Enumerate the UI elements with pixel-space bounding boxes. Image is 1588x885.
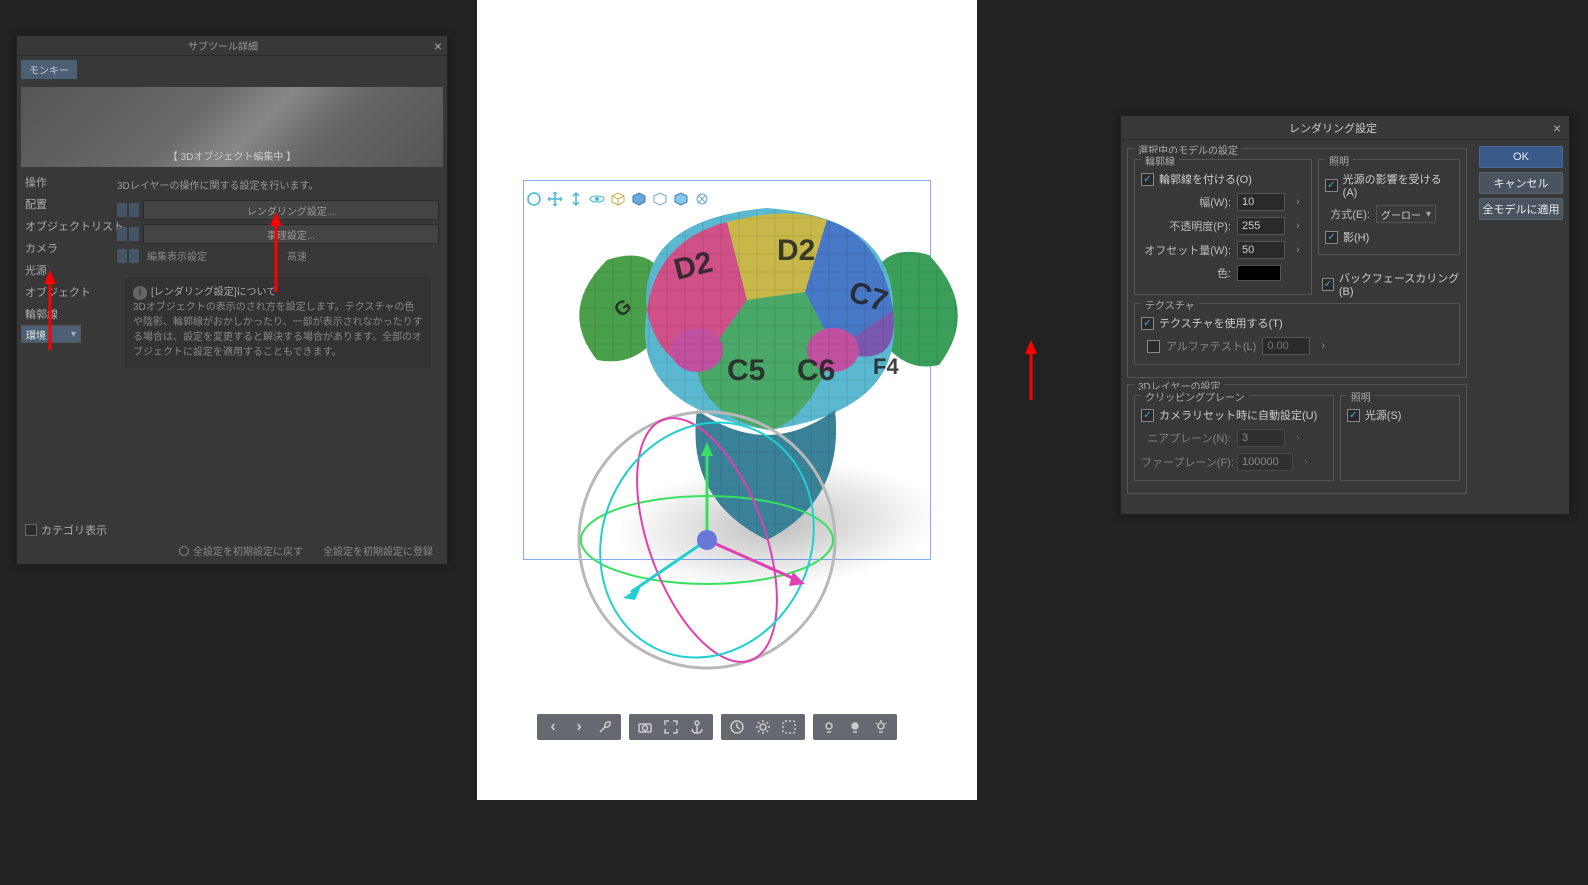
outline-offset-input[interactable]: 50 [1237, 241, 1285, 259]
close-icon[interactable]: × [1545, 120, 1569, 136]
cat-camera[interactable]: カメラ [21, 237, 109, 259]
chevron-right-icon[interactable]: › [1291, 432, 1305, 444]
canvas-toolbar: ‹ › [537, 714, 897, 740]
annotation-arrow [1016, 340, 1046, 410]
chevron-right-icon[interactable]: › [1291, 220, 1305, 232]
fit-icon[interactable] [661, 717, 681, 737]
section-selected-model: 選択中のモデルの設定 輪郭線 輪郭線を付ける(O) 幅(W):10› 不透明度(… [1127, 148, 1467, 378]
close-icon[interactable]: × [429, 38, 447, 54]
chevron-right-icon[interactable]: › [1291, 244, 1305, 256]
texture-group: テクスチャ テクスチャを使用する(T) アルファテスト(L)0.00› [1134, 303, 1460, 365]
move-mode-icon[interactable] [546, 190, 564, 208]
alpha-test-checkbox[interactable] [1147, 340, 1160, 353]
light3-icon[interactable] [871, 717, 891, 737]
gear-icon [179, 546, 189, 556]
anchor-icon[interactable] [687, 717, 707, 737]
receive-light-checkbox[interactable] [1325, 179, 1338, 192]
shading-method-select[interactable]: グーロー [1376, 205, 1436, 223]
lighting2-group: 照明 光源(S) [1340, 395, 1460, 481]
outline-group: 輪郭線 輪郭線を付ける(O) 幅(W):10› 不透明度(P):255› オフセ… [1134, 159, 1312, 295]
preview-area: 【 3Dオブジェクト編集中 】 [21, 87, 443, 167]
rotate-mode-icon[interactable] [525, 190, 543, 208]
auto-clip-checkbox[interactable] [1141, 409, 1154, 422]
cat-place[interactable]: 配置 [21, 193, 109, 215]
panel-title: レンダリング設定 [1121, 120, 1545, 136]
next-icon[interactable]: › [569, 717, 589, 737]
section-layer: 3Dレイヤーの設定 クリッピングプレーン カメラリセット時に自動設定(U) ニア… [1127, 384, 1467, 494]
panel-title: サブツール詳細 [17, 38, 429, 53]
camera-icon[interactable] [635, 717, 655, 737]
ok-button[interactable]: OK [1479, 146, 1563, 168]
backface-checkbox[interactable] [1322, 278, 1334, 291]
prev-icon[interactable]: ‹ [543, 717, 563, 737]
chevron-right-icon[interactable]: › [1291, 196, 1305, 208]
cat-light[interactable]: 光源 [21, 259, 109, 281]
info-box: i [レンダリング設定]について 3Dオブジェクトの表示のされ方を設定します。テク… [125, 277, 431, 368]
render-settings-button[interactable]: レンダリング設定... [143, 200, 439, 220]
info-icon: i [133, 286, 147, 300]
alpha-test-input[interactable]: 0.00 [1262, 337, 1310, 355]
cancel-button[interactable]: キャンセル [1479, 172, 1563, 194]
svg-text:F4: F4 [873, 354, 899, 379]
other-settings-button[interactable]: 事理設定... [143, 224, 439, 244]
transform-gizmo[interactable] [557, 410, 857, 690]
cat-operate[interactable]: 操作 [21, 171, 109, 193]
clipping-group: クリッピングプレーン カメラリセット時に自動設定(U) ニアプレーン(N):3›… [1134, 395, 1334, 481]
cat-object[interactable]: オブジェクト [21, 281, 109, 303]
display-setting-label: 編集表示設定 [143, 248, 283, 263]
lighting-group: 照明 光源の影響を受ける(A) 方式(E):グーロー 影(H) [1318, 159, 1460, 255]
wrench-icon[interactable] [595, 717, 615, 737]
near-plane-input[interactable]: 3 [1237, 429, 1285, 447]
subtool-detail-panel: サブツール詳細 × モンキー 【 3Dオブジェクト編集中 】 操作 配置 オブジ… [16, 35, 448, 565]
preview-label: 【 3Dオブジェクト編集中 】 [21, 148, 443, 163]
outline-enable-checkbox[interactable] [1141, 173, 1154, 186]
svg-text:D2: D2 [777, 234, 815, 267]
chevron-right-icon[interactable]: › [1299, 456, 1313, 468]
clock-icon[interactable] [727, 717, 747, 737]
3d-canvas[interactable]: D2 D2 C7 C5 C6 F4 G ‹ › [477, 0, 977, 800]
register-all-button[interactable]: 全設定を初期設定に登録 [317, 541, 439, 560]
light-source-checkbox[interactable] [1347, 409, 1360, 422]
cat-env[interactable]: 環境 [21, 325, 81, 343]
mask-icon[interactable] [779, 717, 799, 737]
outline-color-swatch[interactable] [1237, 265, 1281, 281]
category-display-checkbox[interactable] [25, 524, 37, 536]
prop-desc: 3Dレイヤーの操作に関する設定を行います。 [117, 177, 439, 192]
shadow-checkbox[interactable] [1325, 231, 1338, 244]
use-texture-checkbox[interactable] [1141, 317, 1154, 330]
svg-text:C6: C6 [797, 354, 835, 387]
light2-icon[interactable] [845, 717, 865, 737]
svg-text:C5: C5 [727, 354, 765, 387]
outline-opacity-input[interactable]: 255 [1237, 217, 1285, 235]
cat-outline[interactable]: 輪郭線 [21, 303, 109, 325]
outline-width-input[interactable]: 10 [1237, 193, 1285, 211]
chevron-right-icon[interactable]: › [1316, 340, 1330, 352]
display-setting-value[interactable]: 高速 [287, 248, 307, 263]
light1-icon[interactable] [819, 717, 839, 737]
outline-enable-label: 輪郭線を付ける(O) [1159, 171, 1252, 187]
far-plane-input[interactable]: 100000 [1237, 453, 1293, 471]
object-tag[interactable]: モンキー [21, 60, 77, 79]
apply-all-button[interactable]: 全モデルに適用 [1479, 198, 1563, 220]
info-title: [レンダリング設定]について [151, 287, 276, 298]
render-settings-panel: レンダリング設定 × 選択中のモデルの設定 輪郭線 輪郭線を付ける(O) 幅(W… [1120, 115, 1570, 515]
category-list: 操作 配置 オブジェクトリスト カメラ 光源 オブジェクト 輪郭線 環境 [21, 171, 109, 386]
category-display-label: カテゴリ表示 [41, 522, 107, 538]
cat-objlist[interactable]: オブジェクトリスト [21, 215, 109, 237]
gear-icon[interactable] [753, 717, 773, 737]
reset-all-button[interactable]: 全設定を初期設定に戻す [173, 541, 309, 560]
info-body: 3Dオブジェクトの表示のされ方を設定します。テクスチャの色や陰影、輪郭線がおかし… [133, 300, 423, 360]
